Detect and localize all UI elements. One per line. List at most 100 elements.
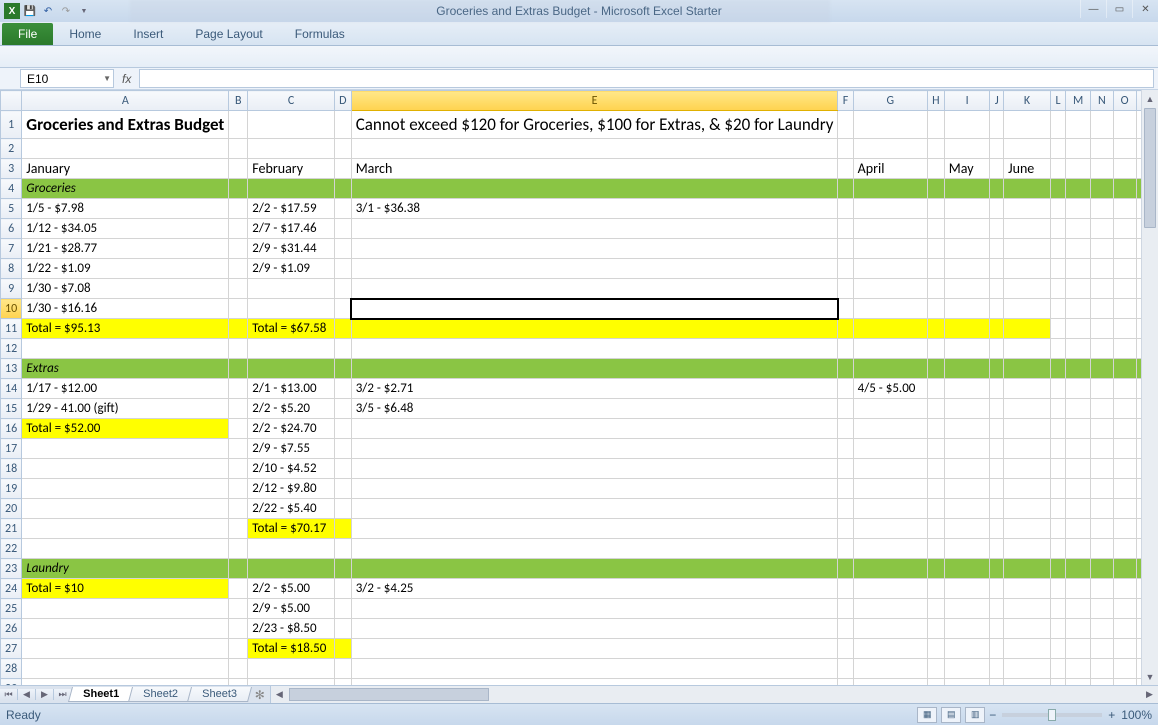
cell-L28[interactable] — [1050, 659, 1065, 679]
cell-A15[interactable]: 1/29 - 41.00 (gift) — [22, 399, 229, 419]
cell-E10[interactable] — [351, 299, 838, 319]
cell-M16[interactable] — [1066, 419, 1091, 439]
cell-A19[interactable] — [22, 479, 229, 499]
save-icon[interactable]: 💾 — [22, 3, 38, 19]
cell-K24[interactable] — [1004, 579, 1051, 599]
cell-E13[interactable] — [351, 359, 838, 379]
cell-E11[interactable] — [351, 319, 838, 339]
row-header-22[interactable]: 22 — [1, 539, 22, 559]
row-header-9[interactable]: 9 — [1, 279, 22, 299]
row-header-11[interactable]: 11 — [1, 319, 22, 339]
row-header-23[interactable]: 23 — [1, 559, 22, 579]
cell-D19[interactable] — [334, 479, 351, 499]
cell-J24[interactable] — [990, 579, 1004, 599]
cell-K18[interactable] — [1004, 459, 1051, 479]
horizontal-scrollbar[interactable]: ◀ ▶ — [270, 686, 1158, 703]
col-header-H[interactable]: H — [927, 91, 944, 111]
cell-J23[interactable] — [990, 559, 1004, 579]
cell-J2[interactable] — [990, 139, 1004, 159]
cell-L15[interactable] — [1050, 399, 1065, 419]
cell-M23[interactable] — [1066, 559, 1091, 579]
cell-H10[interactable] — [927, 299, 944, 319]
cell-B10[interactable] — [229, 299, 248, 319]
cell-E5[interactable]: 3/1 - $36.38 — [351, 199, 838, 219]
cell-C1[interactable] — [248, 111, 335, 139]
cell-M3[interactable] — [1066, 159, 1091, 179]
cell-E16[interactable] — [351, 419, 838, 439]
view-layout-button[interactable]: ▤ — [941, 707, 961, 723]
tab-nav-prev[interactable]: ◀ — [18, 689, 36, 700]
cell-F6[interactable] — [838, 219, 853, 239]
cell-A16[interactable]: Total = $52.00 — [22, 419, 229, 439]
cell-E18[interactable] — [351, 459, 838, 479]
cell-E22[interactable] — [351, 539, 838, 559]
cell-G24[interactable] — [853, 579, 927, 599]
cell-F15[interactable] — [838, 399, 853, 419]
col-header-J[interactable]: J — [990, 91, 1004, 111]
cell-B22[interactable] — [229, 539, 248, 559]
cell-L20[interactable] — [1050, 499, 1065, 519]
cell-C5[interactable]: 2/2 - $17.59 — [248, 199, 335, 219]
cell-H16[interactable] — [927, 419, 944, 439]
col-header-G[interactable]: G — [853, 91, 927, 111]
cell-C13[interactable] — [248, 359, 335, 379]
cell-M7[interactable] — [1066, 239, 1091, 259]
cell-F5[interactable] — [838, 199, 853, 219]
cell-C3[interactable]: February — [248, 159, 335, 179]
cell-J21[interactable] — [990, 519, 1004, 539]
cell-M9[interactable] — [1066, 279, 1091, 299]
cell-J19[interactable] — [990, 479, 1004, 499]
cell-C7[interactable]: 2/9 - $31.44 — [248, 239, 335, 259]
cell-M14[interactable] — [1066, 379, 1091, 399]
cell-I16[interactable] — [944, 419, 990, 439]
cell-A27[interactable] — [22, 639, 229, 659]
cell-E25[interactable] — [351, 599, 838, 619]
cell-B20[interactable] — [229, 499, 248, 519]
cell-D26[interactable] — [334, 619, 351, 639]
cell-I24[interactable] — [944, 579, 990, 599]
cell-J14[interactable] — [990, 379, 1004, 399]
cell-A1[interactable]: Groceries and Extras Budget — [22, 111, 229, 139]
cell-L19[interactable] — [1050, 479, 1065, 499]
cell-I18[interactable] — [944, 459, 990, 479]
cell-K6[interactable] — [1004, 219, 1051, 239]
hscroll-thumb[interactable] — [289, 688, 489, 701]
cell-M21[interactable] — [1066, 519, 1091, 539]
cell-F17[interactable] — [838, 439, 853, 459]
cell-M4[interactable] — [1066, 179, 1091, 199]
cell-I15[interactable] — [944, 399, 990, 419]
cell-H6[interactable] — [927, 219, 944, 239]
cell-O11[interactable] — [1113, 319, 1136, 339]
cell-E24[interactable]: 3/2 - $4.25 — [351, 579, 838, 599]
cell-C25[interactable]: 2/9 - $5.00 — [248, 599, 335, 619]
cell-H3[interactable] — [927, 159, 944, 179]
cell-J22[interactable] — [990, 539, 1004, 559]
cell-A4[interactable]: Groceries — [22, 179, 229, 199]
cell-L3[interactable] — [1050, 159, 1065, 179]
cell-K17[interactable] — [1004, 439, 1051, 459]
name-box[interactable]: E10 ▼ — [20, 69, 114, 88]
cell-F8[interactable] — [838, 259, 853, 279]
cell-B19[interactable] — [229, 479, 248, 499]
cell-N2[interactable] — [1091, 139, 1114, 159]
cell-B11[interactable] — [229, 319, 248, 339]
cell-F1[interactable] — [838, 111, 853, 139]
cell-B13[interactable] — [229, 359, 248, 379]
cell-I23[interactable] — [944, 559, 990, 579]
cell-C12[interactable] — [248, 339, 335, 359]
cell-O22[interactable] — [1113, 539, 1136, 559]
row-header-20[interactable]: 20 — [1, 499, 22, 519]
cell-K26[interactable] — [1004, 619, 1051, 639]
name-box-dropdown-icon[interactable]: ▼ — [103, 74, 111, 83]
cell-D20[interactable] — [334, 499, 351, 519]
cell-N21[interactable] — [1091, 519, 1114, 539]
cell-E17[interactable] — [351, 439, 838, 459]
col-header-A[interactable]: A — [22, 91, 229, 111]
cell-N25[interactable] — [1091, 599, 1114, 619]
cell-H20[interactable] — [927, 499, 944, 519]
ribbon-tab-home[interactable]: Home — [53, 23, 117, 45]
cell-B1[interactable] — [229, 111, 248, 139]
cell-E1[interactable]: Cannot exceed $120 for Groceries, $100 f… — [351, 111, 838, 139]
cell-G18[interactable] — [853, 459, 927, 479]
cell-O8[interactable] — [1113, 259, 1136, 279]
